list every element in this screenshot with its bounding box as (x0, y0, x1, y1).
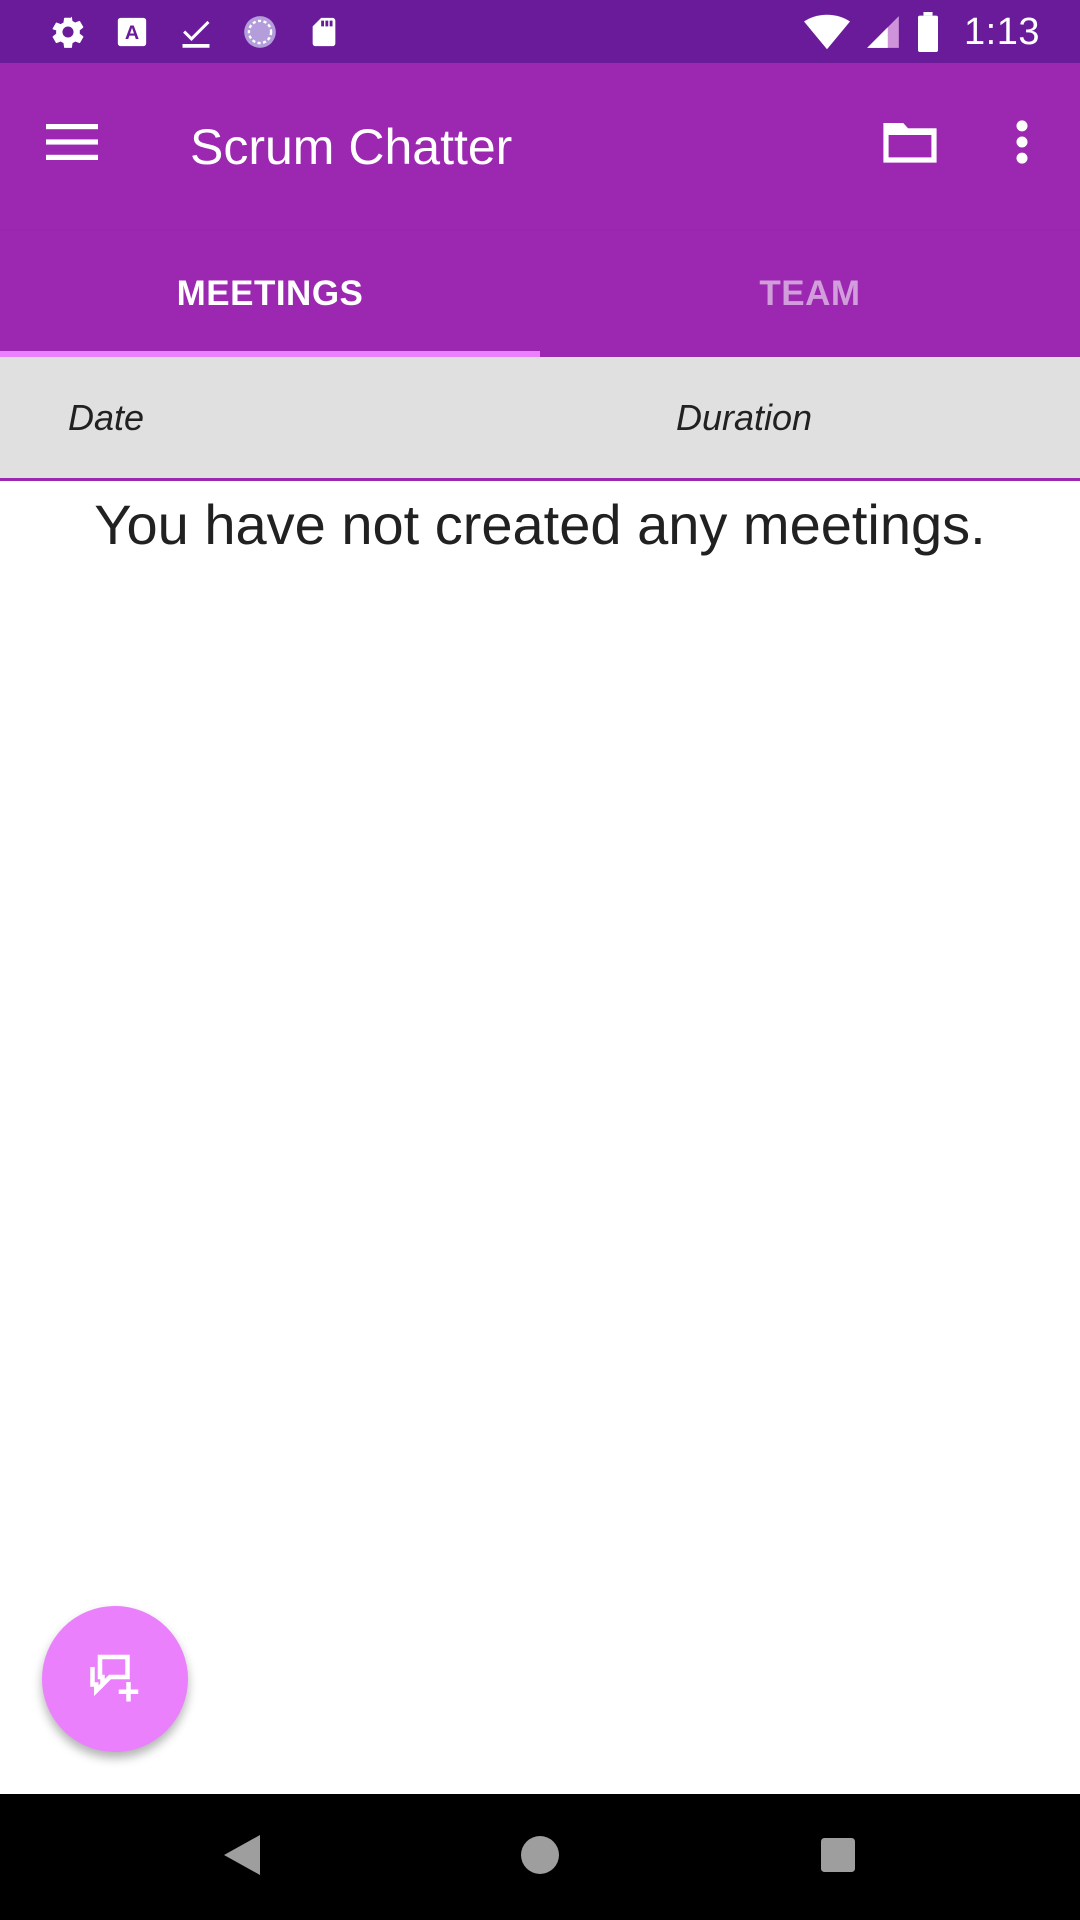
signal-icon (864, 12, 902, 52)
back-icon (224, 1834, 260, 1880)
duration-column-header[interactable]: Duration (676, 397, 812, 439)
tab-meetings-label: MEETINGS (176, 274, 364, 313)
status-bar: A 1:13 (0, 0, 1080, 63)
tab-team-label: TEAM (759, 274, 861, 313)
date-column-header[interactable]: Date (68, 397, 144, 439)
new-meeting-fab[interactable] (42, 1606, 188, 1752)
back-button[interactable] (202, 1817, 282, 1897)
status-time: 1:13 (964, 10, 1040, 53)
tab-team[interactable]: TEAM (540, 231, 1080, 357)
font-a-icon: A (112, 12, 152, 52)
settings-icon (48, 12, 88, 52)
recents-button[interactable] (798, 1817, 878, 1897)
app-title: Scrum Chatter (190, 119, 513, 175)
tab-meetings[interactable]: MEETINGS (0, 231, 540, 357)
empty-state-message: You have not created any meetings. (94, 493, 986, 556)
more-vert-icon (1015, 119, 1029, 170)
screen: A 1:13 Scrum Chatter MEETINGS TEAM Date … (0, 0, 1080, 1920)
app-bar: Scrum Chatter (0, 63, 1080, 231)
status-system-icons: 1:13 (804, 10, 1040, 54)
meetings-table-header: Date Duration (0, 357, 1080, 481)
sync-circle-icon (240, 12, 280, 52)
download-done-icon (176, 12, 216, 52)
svg-text:A: A (125, 22, 139, 44)
add-chat-icon (85, 1647, 145, 1712)
home-icon (521, 1835, 559, 1879)
folder-button[interactable] (862, 111, 958, 175)
home-button[interactable] (500, 1817, 580, 1897)
sd-card-icon (304, 12, 344, 52)
battery-icon (916, 12, 940, 52)
navigation-bar (0, 1794, 1080, 1920)
tab-bar: MEETINGS TEAM (0, 231, 1080, 357)
menu-icon (46, 122, 98, 167)
recents-icon (821, 1837, 855, 1877)
menu-button[interactable] (24, 96, 120, 192)
more-options-button[interactable] (990, 96, 1054, 192)
folder-icon (882, 119, 938, 168)
wifi-icon (804, 12, 851, 52)
status-notification-icons: A (48, 12, 368, 52)
